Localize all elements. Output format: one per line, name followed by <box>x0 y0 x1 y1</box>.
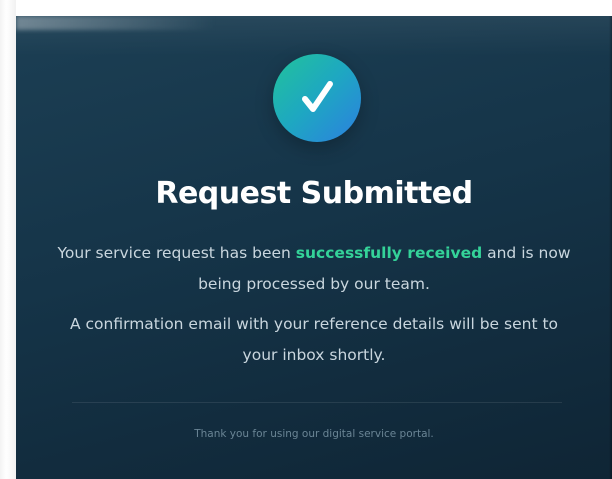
top-glare <box>16 16 216 30</box>
success-badge <box>273 54 361 142</box>
screenshot-frame: Request Submitted Your service request h… <box>0 0 612 479</box>
check-icon <box>302 81 333 112</box>
confirmation-card: Request Submitted Your service request h… <box>16 16 612 479</box>
status-message-start: Your service request has been <box>57 244 296 262</box>
confirmation-note: A confirmation email with your reference… <box>69 315 559 364</box>
footer-note: Thank you for using our digital service … <box>194 428 434 440</box>
status-message: Your service request has been successful… <box>56 238 572 300</box>
left-window-edge <box>0 0 16 479</box>
page-title: Request Submitted <box>155 176 473 211</box>
divider <box>72 402 562 403</box>
status-highlight: successfully received <box>295 244 483 262</box>
